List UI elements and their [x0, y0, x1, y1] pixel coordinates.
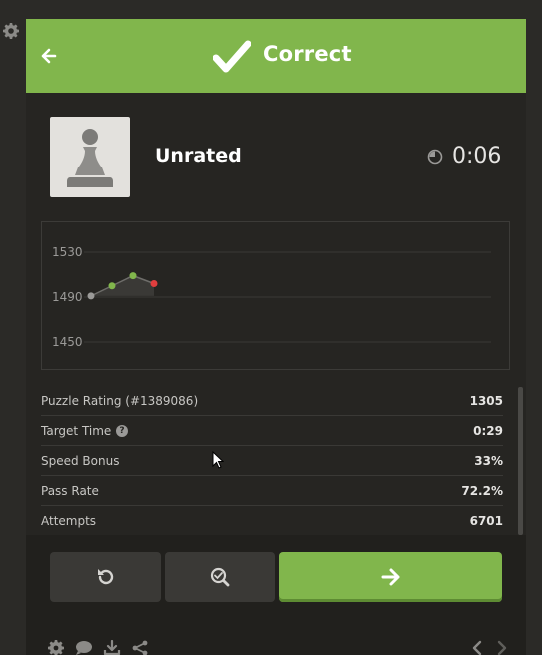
result-header: Correct — [26, 19, 526, 93]
stat-value: 0:29 — [473, 424, 503, 438]
puzzle-stats: Puzzle Rating (#1389086) 1305 Target Tim… — [41, 386, 503, 536]
timer-icon — [427, 149, 443, 165]
gear-icon[interactable] — [47, 640, 65, 655]
checkmark-icon — [213, 40, 251, 73]
action-bar — [26, 535, 526, 655]
rating-chart: 1530 1490 1450 — [41, 221, 510, 370]
result-title: Correct — [263, 42, 352, 66]
arrow-right-icon — [381, 568, 399, 586]
puzzle-timer: 0:06 — [452, 144, 502, 169]
puzzle-panel: Correct Unrated 0:06 1530 1490 1450 Puzzle… — [26, 19, 526, 655]
stat-value: 1305 — [469, 394, 503, 408]
stat-row-attempts: Attempts 6701 — [41, 506, 503, 536]
retry-button[interactable] — [50, 552, 161, 602]
stat-row-pass-rate: Pass Rate 72.2% — [41, 476, 503, 506]
chart-point — [108, 282, 116, 290]
stat-row-target-time: Target Time ? 0:29 — [41, 416, 503, 446]
chart-point — [150, 280, 158, 287]
rating-chart-svg: 1530 1490 1450 — [52, 245, 491, 349]
chart-tick-label: 1490 — [52, 290, 83, 304]
stat-label: Speed Bonus — [41, 454, 120, 468]
download-icon[interactable] — [103, 640, 121, 655]
chart-tick-label: 1450 — [52, 335, 83, 349]
chart-point — [87, 292, 95, 300]
chevron-left-icon[interactable] — [468, 640, 486, 655]
mouse-cursor-icon — [212, 451, 224, 469]
retry-icon — [97, 569, 113, 585]
chart-area — [91, 275, 154, 296]
stats-scrollbar[interactable] — [518, 387, 523, 535]
stat-label: Puzzle Rating (#1389086) — [41, 394, 199, 408]
analyze-button[interactable] — [165, 552, 275, 602]
stat-label: Target Time — [41, 424, 112, 438]
pawn-icon — [67, 129, 113, 187]
stat-label: Pass Rate — [41, 484, 99, 498]
next-puzzle-button[interactable] — [279, 552, 502, 602]
puzzle-rating-label: Unrated — [155, 145, 242, 167]
analyze-icon — [210, 567, 230, 587]
stat-value: 72.2% — [461, 484, 503, 498]
stat-label: Attempts — [41, 514, 97, 528]
help-icon[interactable]: ? — [116, 425, 128, 437]
stat-row-speed-bonus: Speed Bonus 33% — [41, 446, 503, 476]
stat-value: 33% — [474, 454, 503, 468]
left-rail — [0, 0, 26, 655]
chart-point — [129, 272, 137, 280]
right-gutter — [526, 19, 542, 655]
chevron-right-icon[interactable] — [493, 640, 511, 655]
stat-value: 6701 — [469, 514, 503, 528]
chat-icon[interactable] — [75, 640, 93, 655]
chart-tick-label: 1530 — [52, 245, 83, 259]
stat-row-rating: Puzzle Rating (#1389086) 1305 — [41, 386, 503, 416]
gear-icon[interactable] — [3, 23, 19, 39]
pawn-avatar — [50, 117, 130, 197]
arrow-left-icon[interactable] — [40, 47, 58, 65]
share-icon[interactable] — [131, 640, 149, 655]
